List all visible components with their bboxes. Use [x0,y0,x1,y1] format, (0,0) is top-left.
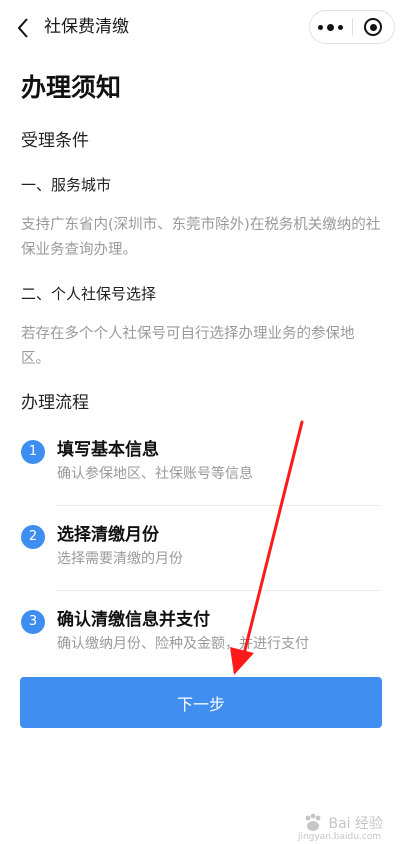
target-circle-icon [364,18,383,36]
process-step-2: 2 选择清缴月份 选择需要清缴的月份 [21,517,381,577]
step-number-badge: 3 [21,610,45,634]
step-divider [57,505,381,506]
page-title: 办理须知 [21,73,122,102]
baidu-jingyan-watermark: Bai 经验 jingyan.baidu.com [298,812,383,842]
back-button[interactable] [10,14,36,42]
nav-bar: 社保费清缴 [0,0,405,56]
condition-text-city: 支持广东省内(深圳市、东莞市除外)在税务机关缴纳的社保业务查询办理。 [21,217,381,258]
step-number-badge: 1 [21,440,45,464]
close-mini-program-button[interactable] [352,11,394,43]
watermark-text: Bai 经验 [328,816,383,832]
step-title: 确认清缴信息并支付 [57,610,210,630]
more-dots-icon [318,23,344,31]
baidu-paw-icon [306,813,321,831]
nav-title: 社保费清缴 [44,17,129,37]
more-button[interactable] [310,11,352,43]
condition-heading-account: 二、个人社保号选择 [21,285,157,303]
mini-program-capsule [309,10,395,44]
condition-heading-city: 一、服务城市 [21,176,112,194]
process-title: 办理流程 [21,393,89,413]
step-desc: 确认缴纳月份、险种及金额，并进行支付 [57,636,309,652]
process-step-3: 3 确认清缴信息并支付 确认缴纳月份、险种及金额，并进行支付 [21,602,381,662]
chevron-left-icon [17,18,28,38]
step-divider [57,590,381,591]
condition-text-account: 若存在多个个人社保号可自行选择办理业务的参保地区。 [21,326,355,367]
step-title: 填写基本信息 [57,440,159,460]
process-step-1: 1 填写基本信息 确认参保地区、社保账号等信息 [21,432,381,492]
step-title: 选择清缴月份 [57,525,159,545]
step-desc: 选择需要清缴的月份 [57,551,183,567]
conditions-title: 受理条件 [21,131,89,151]
next-step-button[interactable]: 下一步 [20,677,382,728]
step-desc: 确认参保地区、社保账号等信息 [57,466,253,482]
watermark-url: jingyan.baidu.com [297,832,381,842]
step-number-badge: 2 [21,525,45,549]
